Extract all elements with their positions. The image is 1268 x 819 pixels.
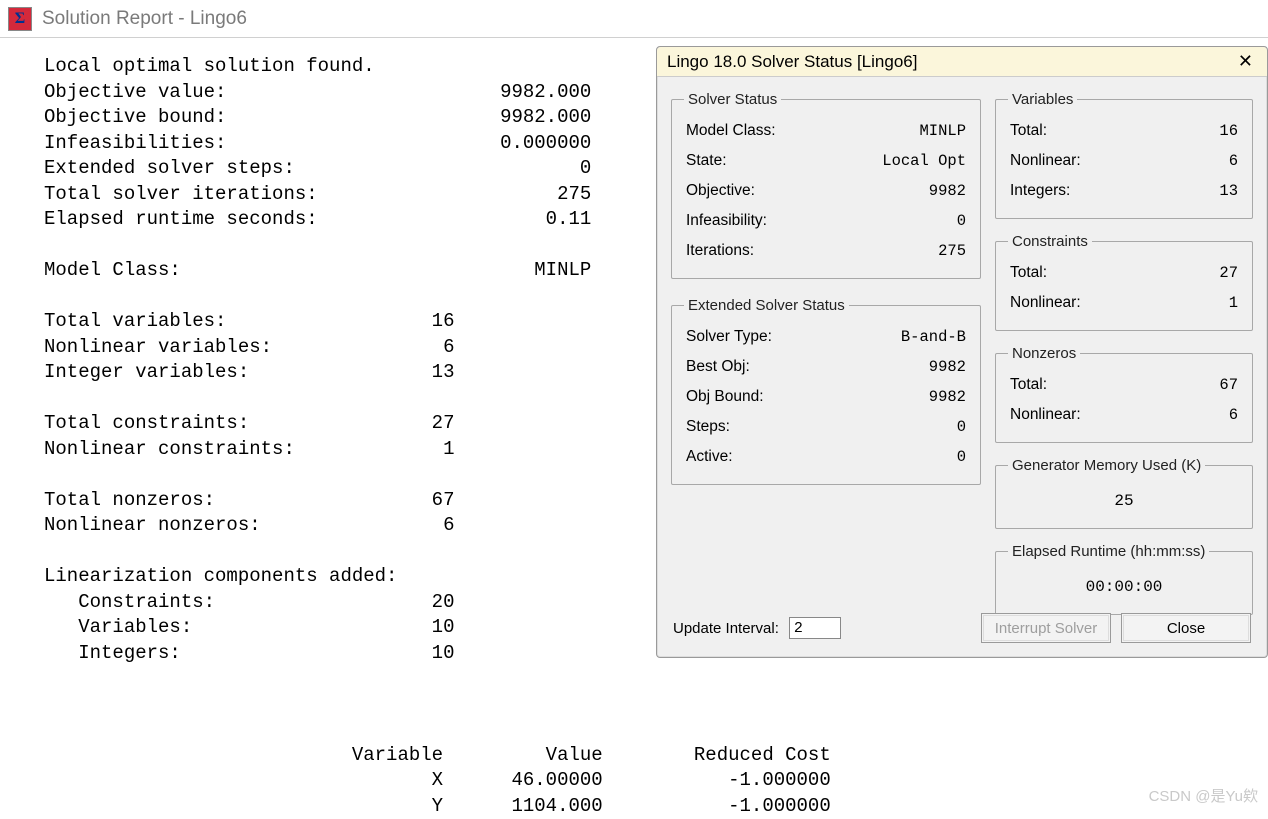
infeas-label: Infeasibility:: [686, 212, 767, 230]
obj-bound-label: Obj Bound:: [686, 388, 764, 406]
runtime-value: 00:00:00: [1008, 568, 1240, 602]
memory-value: 25: [1008, 482, 1240, 516]
state-label: State:: [686, 152, 727, 170]
vars-total-value: 16: [1219, 122, 1238, 140]
iter-value: 275: [938, 242, 966, 260]
obj-bound-value: 9982: [929, 388, 966, 406]
app-icon: Σ: [8, 7, 32, 31]
runtime-legend: Elapsed Runtime (hh:mm:ss): [1008, 543, 1209, 560]
memory-group: Generator Memory Used (K) 25: [995, 457, 1253, 529]
best-obj-label: Best Obj:: [686, 358, 750, 376]
nonzeros-group: Nonzeros Total: 67 Nonlinear: 6: [995, 345, 1253, 443]
dialog-title-text: Lingo 18.0 Solver Status [Lingo6]: [667, 52, 917, 72]
update-interval-label: Update Interval:: [673, 620, 779, 637]
dialog-titlebar[interactable]: Lingo 18.0 Solver Status [Lingo6] ✕: [657, 47, 1267, 77]
solver-type-label: Solver Type:: [686, 328, 772, 346]
interrupt-solver-button[interactable]: Interrupt Solver: [981, 613, 1111, 643]
extended-legend: Extended Solver Status: [684, 297, 849, 314]
cons-nonlin-label: Nonlinear:: [1010, 294, 1081, 312]
vars-nonlin-value: 6: [1229, 152, 1238, 170]
solver-type-value: B-and-B: [901, 328, 966, 346]
model-class-label: Model Class:: [686, 122, 776, 140]
nz-nonlin-value: 6: [1229, 406, 1238, 424]
objective-label: Objective:: [686, 182, 755, 200]
nz-nonlin-label: Nonlinear:: [1010, 406, 1081, 424]
close-icon[interactable]: ✕: [1234, 51, 1257, 72]
iter-label: Iterations:: [686, 242, 754, 260]
memory-legend: Generator Memory Used (K): [1008, 457, 1205, 474]
constraints-legend: Constraints: [1008, 233, 1092, 250]
vars-total-label: Total:: [1010, 122, 1047, 140]
solver-status-group: Solver Status Model Class: MINLP State: Lo…: [671, 91, 981, 279]
extended-solver-group: Extended Solver Status Solver Type: B-and…: [671, 297, 981, 485]
objective-value: 9982: [929, 182, 966, 200]
active-label: Active:: [686, 448, 733, 466]
close-button[interactable]: Close: [1121, 613, 1251, 643]
steps-label: Steps:: [686, 418, 730, 436]
best-obj-value: 9982: [929, 358, 966, 376]
cons-total-value: 27: [1219, 264, 1238, 282]
nz-total-label: Total:: [1010, 376, 1047, 394]
solver-status-dialog: Lingo 18.0 Solver Status [Lingo6] ✕ Solv…: [656, 46, 1268, 658]
active-value: 0: [957, 448, 966, 466]
nz-total-value: 67: [1219, 376, 1238, 394]
vars-int-label: Integers:: [1010, 182, 1070, 200]
window-titlebar: Σ Solution Report - Lingo6: [0, 0, 1268, 38]
vars-int-value: 13: [1219, 182, 1238, 200]
state-value: Local Opt: [882, 152, 966, 170]
model-class-value: MINLP: [919, 122, 966, 140]
runtime-group: Elapsed Runtime (hh:mm:ss) 00:00:00: [995, 543, 1253, 615]
cons-total-label: Total:: [1010, 264, 1047, 282]
steps-value: 0: [957, 418, 966, 436]
vars-nonlin-label: Nonlinear:: [1010, 152, 1081, 170]
constraints-group: Constraints Total: 27 Nonlinear: 1: [995, 233, 1253, 331]
variables-group: Variables Total: 16 Nonlinear: 6 Integers:…: [995, 91, 1253, 219]
window-title: Solution Report - Lingo6: [42, 8, 247, 30]
solver-status-legend: Solver Status: [684, 91, 781, 108]
watermark: CSDN @是Yu欸: [1149, 785, 1258, 806]
infeas-value: 0: [957, 212, 966, 230]
cons-nonlin-value: 1: [1229, 294, 1238, 312]
nonzeros-legend: Nonzeros: [1008, 345, 1080, 362]
update-interval-input[interactable]: [789, 617, 841, 639]
variables-legend: Variables: [1008, 91, 1077, 108]
